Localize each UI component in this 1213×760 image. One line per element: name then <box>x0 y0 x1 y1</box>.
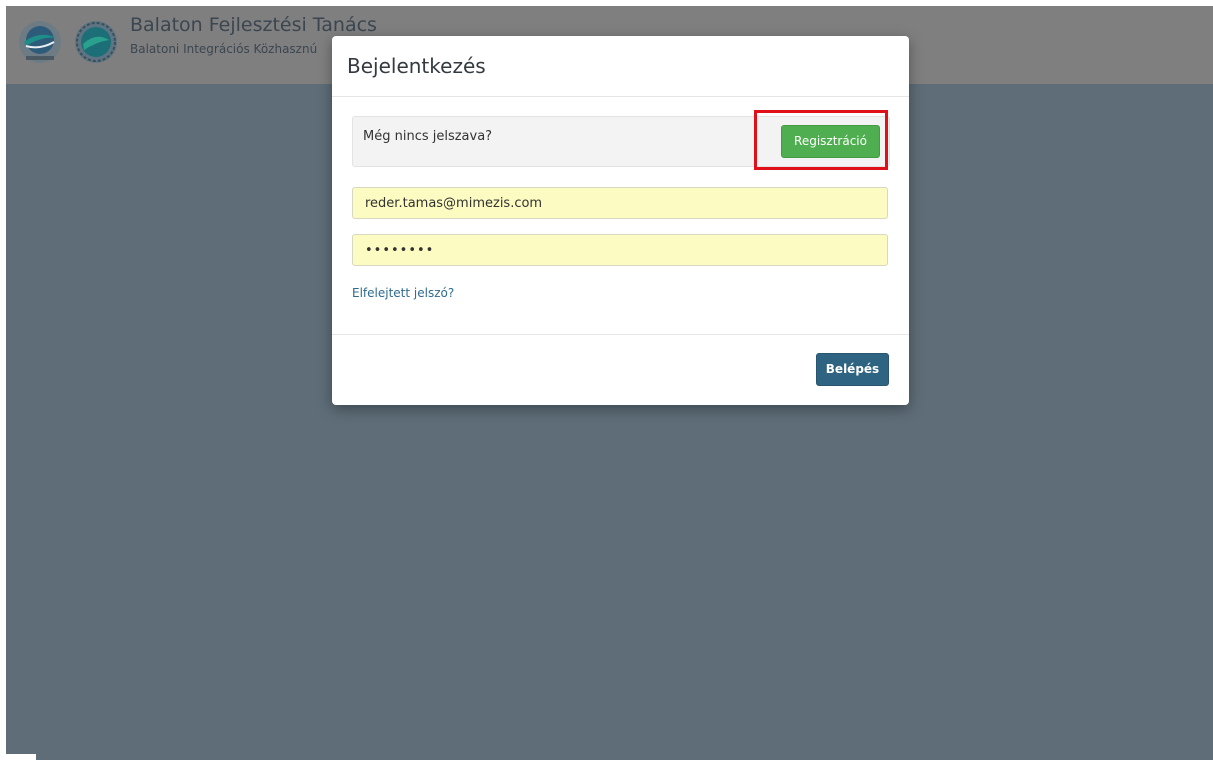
password-input[interactable] <box>352 234 888 266</box>
modal-title: Bejelentkezés <box>347 54 486 78</box>
login-modal: Bejelentkezés Még nincs jelszava? Regisz… <box>332 36 909 405</box>
modal-header-divider <box>332 96 909 97</box>
page-overlay: Balaton Fejlesztési Tanács Balatoni Inte… <box>6 6 1213 760</box>
site-title: Balaton Fejlesztési Tanács <box>130 14 377 36</box>
register-prompt: Még nincs jelszava? <box>363 129 493 144</box>
register-button[interactable]: Regisztráció <box>781 125 880 158</box>
balaton-logo-icon <box>19 21 61 63</box>
integration-logo-icon <box>75 21 117 63</box>
site-subtitle: Balatoni Integrációs Közhasznú <box>130 42 318 56</box>
modal-footer-divider <box>332 334 909 335</box>
login-button[interactable]: Belépés <box>816 353 889 386</box>
corner-mark <box>6 754 36 760</box>
email-input[interactable] <box>352 187 888 219</box>
forgot-password-link[interactable]: Elfelejtett jelszó? <box>352 286 454 300</box>
